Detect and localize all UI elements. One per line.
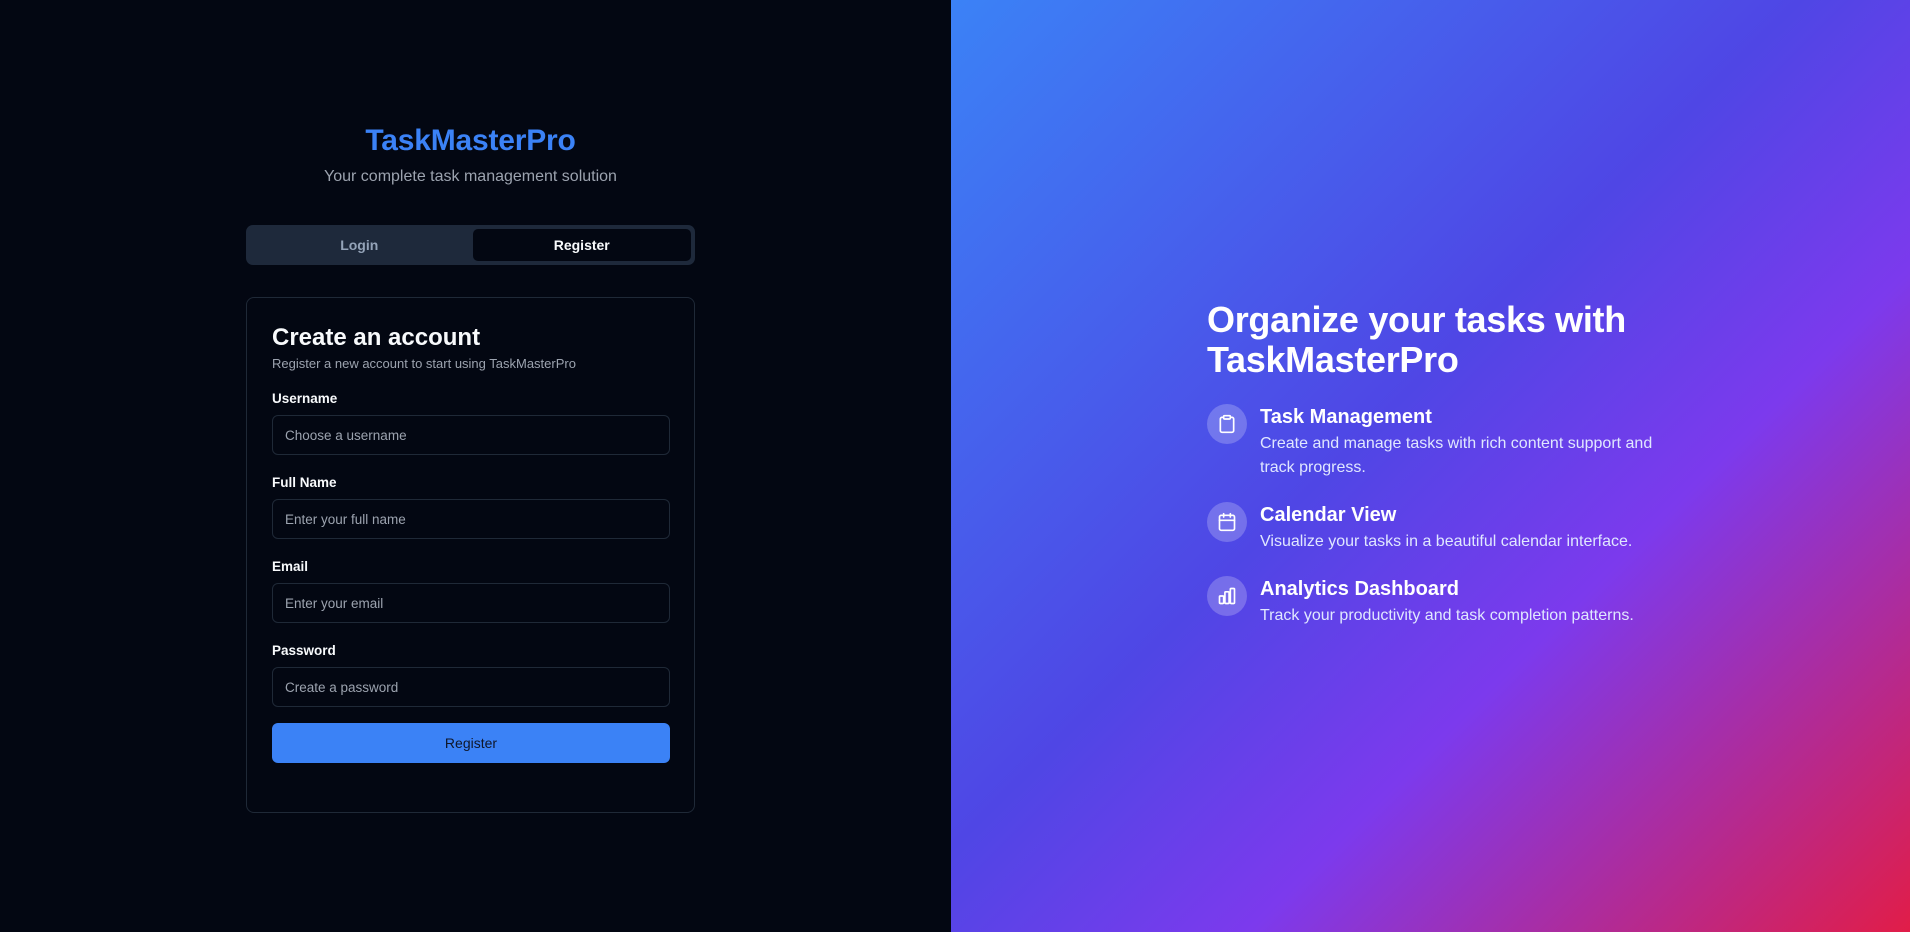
feature-task-management: Task Management Create and manage tasks … (1207, 404, 1727, 480)
full-name-label: Full Name (272, 475, 337, 490)
feature-title: Task Management (1260, 406, 1432, 428)
password-input[interactable] (272, 667, 670, 707)
feature-title: Analytics Dashboard (1260, 578, 1459, 600)
bar-chart-icon (1207, 576, 1247, 616)
card-title: Create an account (272, 324, 481, 351)
app-subtitle: Your complete task management solution (324, 168, 617, 185)
feature-description: Create and manage tasks with rich conten… (1260, 435, 1653, 476)
feature-calendar-view: Calendar View Visualize your tasks in a … (1207, 502, 1727, 554)
promo-panel: Organize your tasks with TaskMasterPro T… (951, 0, 1910, 932)
email-input[interactable] (272, 583, 670, 623)
register-card: Create an account Register a new account… (246, 297, 695, 813)
username-field-group: Username (272, 391, 670, 455)
full-name-input[interactable] (272, 499, 670, 539)
email-field-group: Email (272, 559, 670, 623)
feature-title: Calendar View (1260, 504, 1397, 526)
username-label: Username (272, 391, 338, 406)
feature-analytics-dashboard: Analytics Dashboard Track your productiv… (1207, 576, 1727, 628)
app-title: TaskMasterPro (365, 124, 576, 157)
password-label: Password (272, 643, 336, 658)
clipboard-icon (1207, 404, 1247, 444)
tab-register[interactable]: Register (472, 229, 691, 261)
auth-panel: TaskMasterPro Your complete task managem… (0, 0, 951, 932)
register-button[interactable]: Register (272, 723, 670, 763)
password-field-group: Password (272, 643, 670, 707)
auth-tabs: Login Register (246, 225, 695, 265)
brand-header: TaskMasterPro Your complete task managem… (0, 124, 941, 186)
card-description: Register a new account to start using Ta… (272, 356, 576, 371)
promo-title: Organize your tasks with TaskMasterPro (1207, 299, 1626, 380)
email-label: Email (272, 559, 309, 574)
feature-description: Visualize your tasks in a beautiful cale… (1260, 533, 1633, 550)
full-name-field-group: Full Name (272, 475, 670, 539)
calendar-icon (1207, 502, 1247, 542)
tab-login[interactable]: Login (250, 229, 469, 261)
username-input[interactable] (272, 415, 670, 455)
promo-content: Organize your tasks with TaskMasterPro T… (1207, 300, 1727, 628)
feature-description: Track your productivity and task complet… (1260, 607, 1634, 624)
